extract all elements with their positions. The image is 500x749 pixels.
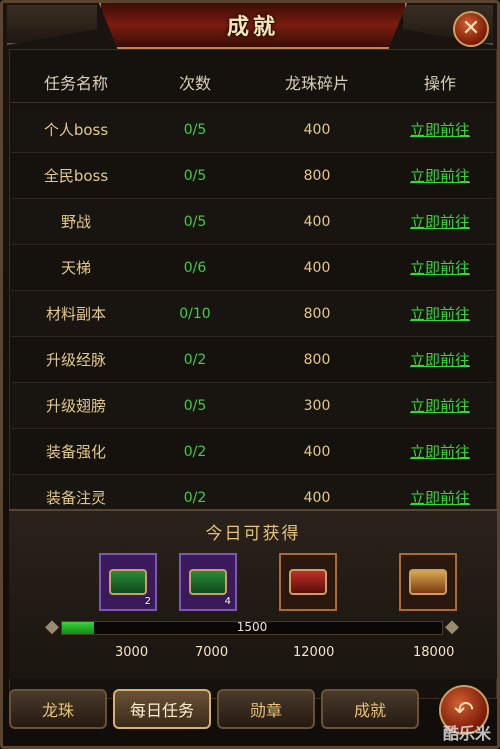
go-now-link[interactable]: 立即前往 xyxy=(385,349,495,370)
close-button[interactable]: ✕ xyxy=(453,11,489,47)
task-reward: 800 xyxy=(303,305,331,322)
task-list[interactable]: 个人boss 0/5 400 立即前往 全民boss 0/5 800 立即前往 … xyxy=(11,107,495,509)
task-reward: 800 xyxy=(303,167,331,184)
go-now-link[interactable]: 立即前往 xyxy=(385,487,495,508)
task-reward: 400 xyxy=(303,259,331,276)
tab-dragon-ball[interactable]: 龙珠 xyxy=(9,689,107,729)
task-name: 天梯 xyxy=(60,259,91,277)
reward-progress-bar: 1500 xyxy=(61,620,443,635)
table-row: 个人boss 0/5 400 立即前往 xyxy=(11,107,495,153)
task-name: 升级经脉 xyxy=(45,351,106,369)
task-reward: 800 xyxy=(303,351,331,368)
reward-chest-4[interactable] xyxy=(399,553,457,611)
go-now-link[interactable]: 立即前往 xyxy=(385,119,495,140)
close-icon: ✕ xyxy=(461,16,481,41)
daily-rewards-title: 今日可获得 xyxy=(205,524,301,544)
table-header: 任务名称 次数 龙珠碎片 操作 xyxy=(11,61,495,103)
table-row: 升级翅膀 0/5 300 立即前往 xyxy=(11,383,495,429)
gold-chest-icon xyxy=(409,569,447,595)
task-name: 材料副本 xyxy=(45,305,106,323)
table-row: 装备强化 0/2 400 立即前往 xyxy=(11,429,495,475)
header-count: 次数 xyxy=(178,73,211,93)
task-name: 装备强化 xyxy=(45,443,106,461)
task-count: 0/2 xyxy=(183,443,207,460)
table-row: 野战 0/5 400 立即前往 xyxy=(11,199,495,245)
watermark-logo: 酷乐米 xyxy=(442,724,491,743)
table-row: 升级经脉 0/2 800 立即前往 xyxy=(11,337,495,383)
go-now-link[interactable]: 立即前往 xyxy=(385,257,495,278)
reward-chest-2[interactable]: 4 xyxy=(179,553,237,611)
table-row: 材料副本 0/10 800 立即前往 xyxy=(11,291,495,337)
green-chest-icon xyxy=(109,569,147,595)
chest-count: 2 xyxy=(144,596,151,607)
milestone-label: 18000 xyxy=(413,645,455,660)
table-row: 天梯 0/6 400 立即前往 xyxy=(11,245,495,291)
progress-left-cap-icon: ◆ xyxy=(45,616,59,637)
chest-count: 4 xyxy=(224,596,231,607)
tab-medal[interactable]: 勋章 xyxy=(217,689,315,729)
reward-chest-1[interactable]: 2 xyxy=(99,553,157,611)
task-name: 个人boss xyxy=(43,121,109,139)
task-count: 0/5 xyxy=(183,397,207,414)
milestone-label: 12000 xyxy=(293,645,335,660)
task-count: 0/5 xyxy=(183,121,207,138)
tab-achievement[interactable]: 成就 xyxy=(321,689,419,729)
achievement-panel: 成就 ✕ 任务名称 次数 龙珠碎片 操作 个人boss 0/5 400 立即前往… xyxy=(0,0,500,749)
window-title: 成就 xyxy=(226,15,279,40)
go-now-link[interactable]: 立即前往 xyxy=(385,165,495,186)
task-count: 0/2 xyxy=(183,489,207,506)
task-count: 0/5 xyxy=(183,167,207,184)
reward-chest-3[interactable] xyxy=(279,553,337,611)
task-name: 装备注灵 xyxy=(45,489,106,507)
go-now-link[interactable]: 立即前往 xyxy=(385,303,495,324)
header-action: 操作 xyxy=(423,73,456,93)
green-chest-icon xyxy=(189,569,227,595)
table-row: 全民boss 0/5 800 立即前往 xyxy=(11,153,495,199)
task-reward: 400 xyxy=(303,213,331,230)
progress-value: 1500 xyxy=(236,620,268,634)
go-now-link[interactable]: 立即前往 xyxy=(385,395,495,416)
milestone-label: 3000 xyxy=(115,645,149,660)
frame-corner-left xyxy=(7,5,97,45)
task-count: 0/5 xyxy=(183,213,207,230)
tab-daily-tasks[interactable]: 每日任务 xyxy=(113,689,211,729)
go-now-link[interactable]: 立即前往 xyxy=(385,211,495,232)
task-name: 野战 xyxy=(60,213,91,231)
progress-right-cap-icon: ◆ xyxy=(445,616,459,637)
title-banner: 成就 xyxy=(99,3,407,49)
bottom-tab-bar: 龙珠 每日任务 勋章 成就 xyxy=(9,689,419,733)
task-reward: 300 xyxy=(303,397,331,414)
header-reward: 龙珠碎片 xyxy=(284,73,349,93)
table-row: 装备注灵 0/2 400 立即前往 xyxy=(11,475,495,509)
task-reward: 400 xyxy=(303,121,331,138)
task-name: 全民boss xyxy=(43,167,109,185)
task-reward: 400 xyxy=(303,489,331,506)
task-reward: 400 xyxy=(303,443,331,460)
task-name: 升级翅膀 xyxy=(45,397,106,415)
header-task-name: 任务名称 xyxy=(43,73,108,93)
task-count: 0/2 xyxy=(183,351,207,368)
task-count: 0/6 xyxy=(183,259,207,276)
red-chest-icon xyxy=(289,569,327,595)
task-count: 0/10 xyxy=(179,305,211,322)
go-now-link[interactable]: 立即前往 xyxy=(385,441,495,462)
milestone-label: 7000 xyxy=(195,645,229,660)
